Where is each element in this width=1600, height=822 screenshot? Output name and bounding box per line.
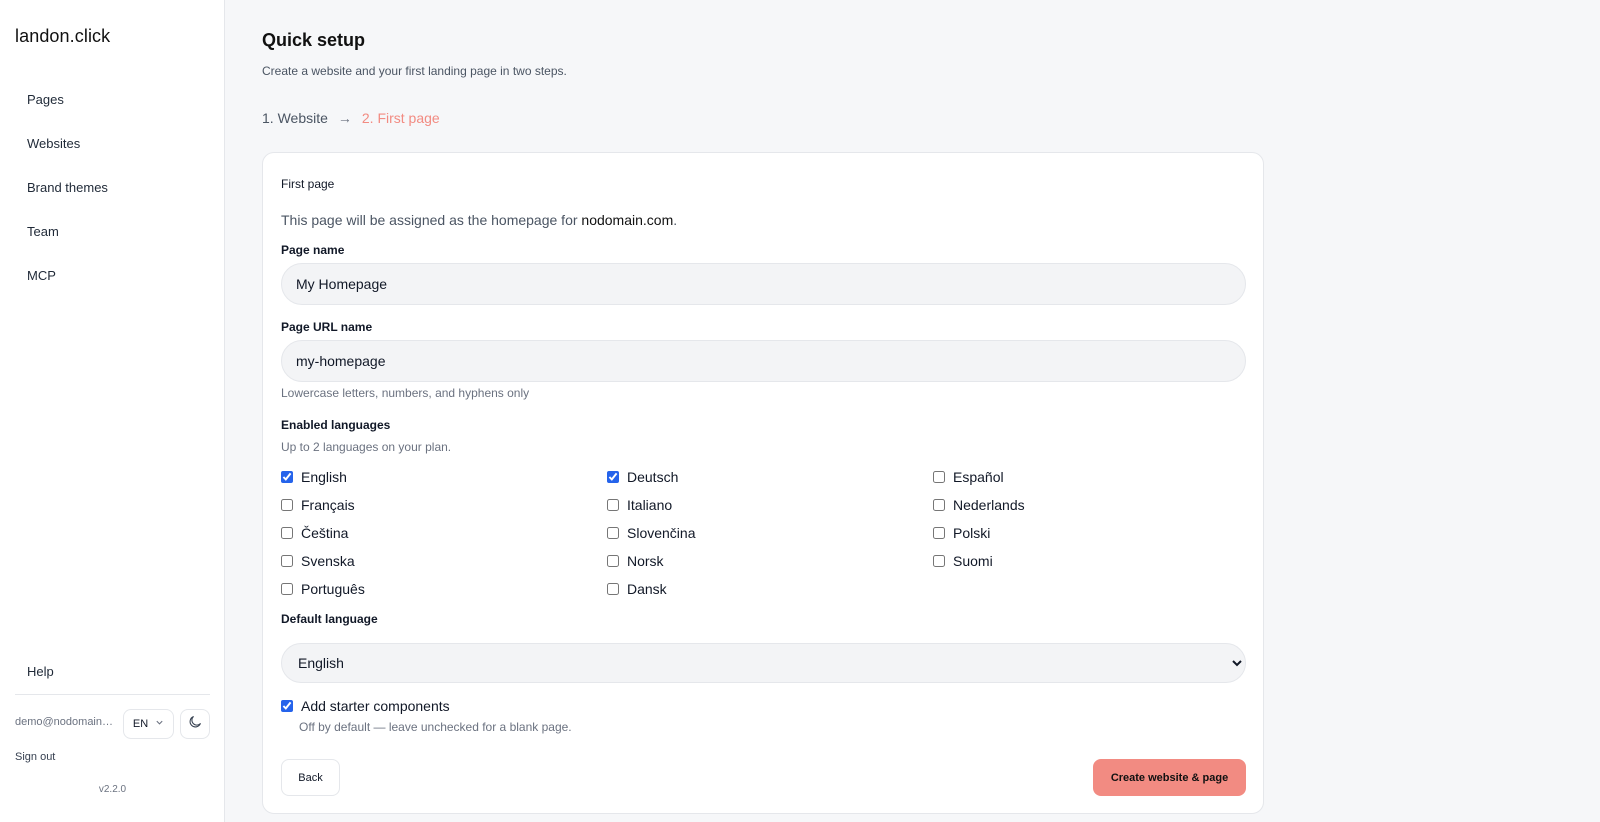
language-checkbox[interactable] (607, 527, 619, 539)
sidebar: landon.click Pages Websites Brand themes… (0, 0, 225, 822)
back-button[interactable]: Back (281, 759, 340, 796)
arrow-right-icon: → (337, 110, 352, 126)
language-code: EN (132, 718, 149, 730)
domain-name: nodomain.com (581, 212, 674, 228)
sidebar-divider (15, 694, 210, 695)
language-checkbox[interactable] (281, 555, 293, 567)
page-title: Quick setup (262, 30, 366, 50)
language-checkbox[interactable] (281, 583, 293, 595)
sidebar-nav: Pages Websites Brand themes Team MCP (0, 78, 225, 298)
language-checkbox[interactable] (281, 471, 293, 483)
sidebar-item-brand-themes[interactable]: Brand themes (0, 166, 225, 210)
sidebar-item-websites[interactable]: Websites (0, 122, 225, 166)
sign-out-link[interactable]: Sign out (15, 751, 55, 763)
language-option-portugues[interactable]: Português (281, 579, 365, 599)
homepage-assignment-note: This page will be assigned as the homepa… (281, 212, 677, 228)
languages-label: Enabled languages (281, 418, 391, 432)
moon-icon (187, 714, 203, 735)
language-name: Polski (953, 525, 991, 541)
stepper: 1. Website → 2. First page (262, 110, 440, 126)
page-url-input[interactable] (281, 340, 1246, 382)
language-option-slovencina[interactable]: Slovenčina (607, 523, 696, 543)
language-name: Norsk (627, 553, 664, 569)
language-option-polski[interactable]: Polski (933, 523, 990, 543)
starter-components-checkbox[interactable] (281, 700, 293, 712)
language-checkbox[interactable] (933, 527, 945, 539)
language-checkbox[interactable] (281, 527, 293, 539)
default-language-select[interactable]: English (281, 643, 1246, 683)
language-name: Svenska (301, 553, 355, 569)
language-checkbox[interactable] (933, 499, 945, 511)
create-website-page-button[interactable]: Create website & page (1093, 759, 1246, 796)
language-option-espanol[interactable]: Español (933, 467, 1004, 487)
languages-hint: Up to 2 languages on your plan. (281, 440, 452, 454)
language-option-italiano[interactable]: Italiano (607, 495, 672, 515)
language-checkbox[interactable] (607, 555, 619, 567)
main-content: Quick setup Create a website and your fi… (225, 0, 1600, 822)
sidebar-item-mcp[interactable]: MCP (0, 254, 225, 298)
language-name: Português (301, 581, 365, 597)
language-option-norsk[interactable]: Norsk (607, 551, 664, 571)
starter-components-hint: Off by default — leave unchecked for a b… (299, 720, 572, 734)
assignment-text: This page will be assigned as the homepa… (281, 212, 582, 228)
language-checkbox[interactable] (281, 499, 293, 511)
language-option-deutsch[interactable]: Deutsch (607, 467, 678, 487)
step-first-page: 2. First page (361, 110, 440, 126)
user-email: demo@nodomain.com (15, 716, 115, 728)
page-name-label: Page name (281, 243, 345, 257)
page-url-hint: Lowercase letters, numbers, and hyphens … (281, 386, 530, 400)
starter-components-label: Add starter components (301, 698, 450, 714)
sidebar-item-help[interactable]: Help (27, 664, 54, 679)
language-option-cestina[interactable]: Čeština (281, 523, 348, 543)
language-option-dansk[interactable]: Dansk (607, 579, 667, 599)
language-checkbox[interactable] (607, 583, 619, 595)
language-name: Español (953, 469, 1004, 485)
language-option-english[interactable]: English (281, 467, 347, 487)
language-checkbox[interactable] (933, 471, 945, 483)
language-switcher[interactable]: EN (123, 709, 174, 739)
language-name: Slovenčina (627, 525, 696, 541)
starter-components-option[interactable]: Add starter components (281, 698, 450, 714)
theme-toggle-button[interactable] (180, 709, 210, 739)
page-subtitle: Create a website and your first landing … (262, 64, 567, 78)
language-name: Čeština (301, 525, 349, 541)
page-url-label: Page URL name (281, 320, 373, 334)
brand-logo[interactable]: landon.click (15, 26, 110, 47)
language-option-francais[interactable]: Français (281, 495, 355, 515)
assignment-suffix: . (673, 212, 678, 228)
page-name-input[interactable] (281, 263, 1246, 305)
default-language-label: Default language (281, 612, 378, 626)
language-option-suomi[interactable]: Suomi (933, 551, 993, 571)
language-name: Deutsch (627, 469, 679, 485)
language-checkbox[interactable] (607, 471, 619, 483)
language-option-svenska[interactable]: Svenska (281, 551, 355, 571)
language-name: Français (301, 497, 355, 513)
language-checkbox[interactable] (607, 499, 619, 511)
language-checkbox[interactable] (933, 555, 945, 567)
language-name: Dansk (627, 581, 667, 597)
language-name: Italiano (627, 497, 673, 513)
card-title: First page (281, 177, 335, 191)
sidebar-item-pages[interactable]: Pages (0, 78, 225, 122)
first-page-card: First page This page will be assigned as… (262, 152, 1264, 814)
languages-grid: English Deutsch Español Français Italiano Ned… (281, 467, 1261, 607)
language-name: Suomi (953, 553, 993, 569)
language-option-nederlands[interactable]: Nederlands (933, 495, 1025, 515)
step-website: 1. Website (262, 110, 328, 126)
language-name: Nederlands (953, 497, 1025, 513)
chevron-down-icon (155, 718, 164, 730)
sidebar-item-team[interactable]: Team (0, 210, 225, 254)
language-name: English (301, 469, 347, 485)
version-label: v2.2.0 (98, 784, 127, 795)
